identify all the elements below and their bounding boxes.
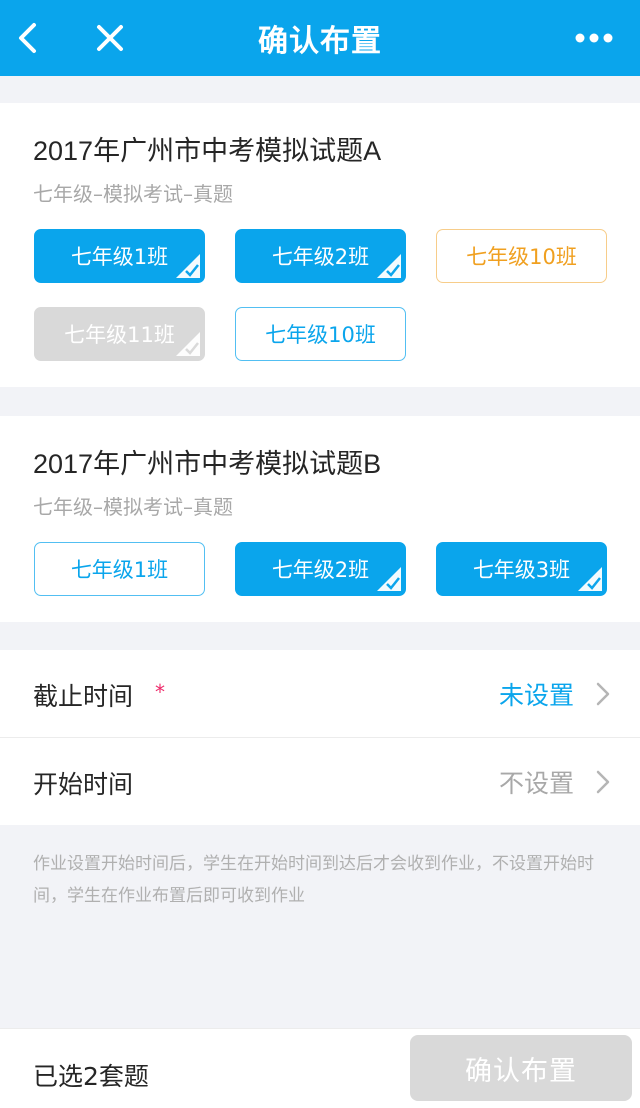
class-tag[interactable]: 七年级1班 — [34, 229, 205, 283]
class-tag-label: 七年级3班 — [472, 558, 571, 582]
close-icon — [97, 25, 123, 51]
start-time-label: 开始时间 — [33, 770, 134, 799]
class-tag-label: 七年级11班 — [64, 323, 175, 347]
checkmark-corner-icon — [176, 332, 200, 356]
start-time-value: 不设置 — [498, 769, 574, 798]
checkmark-corner-icon — [578, 567, 602, 591]
paper-title: 2017年广州市中考模拟试题A — [33, 136, 382, 166]
checkmark-corner-icon — [176, 254, 200, 278]
class-tag-label: 七年级10班 — [466, 245, 577, 269]
start-time-hint: 作业设置开始时间后，学生在开始时间到达后才会收到作业，不设置开始时间，学生在作业… — [33, 854, 594, 906]
class-tag-label: 七年级1班 — [70, 245, 169, 269]
class-tag-label: 七年级2班 — [271, 245, 370, 269]
class-tag-label: 七年级2班 — [271, 558, 370, 582]
class-tag[interactable]: 七年级10班 — [436, 229, 607, 283]
class-tag[interactable]: 七年级2班 — [235, 229, 406, 283]
chevron-right-icon — [596, 682, 610, 706]
checkmark-corner-icon — [377, 567, 401, 591]
class-tag: 七年级11班 — [34, 307, 205, 361]
bottom-bar: 已选2套题 确认布置 — [0, 1028, 640, 1108]
deadline-value: 未设置 — [498, 681, 574, 710]
more-button[interactable] — [570, 12, 618, 64]
confirm-button[interactable]: 确认布置 — [410, 1035, 632, 1101]
back-button[interactable] — [2, 12, 54, 64]
class-tag-label: 七年级1班 — [70, 558, 169, 582]
checkmark-corner-icon — [377, 254, 401, 278]
deadline-label: 截止时间 — [33, 682, 134, 711]
deadline-row[interactable]: 截止时间 * 未设置 — [0, 650, 640, 737]
paper-subtitle: 七年级–模拟考试–真题 — [33, 182, 233, 206]
close-button[interactable] — [84, 12, 136, 64]
class-tag[interactable]: 七年级1班 — [34, 542, 205, 596]
more-horizontal-icon — [575, 33, 613, 43]
start-time-row[interactable]: 开始时间 不设置 — [0, 738, 640, 825]
class-tag[interactable]: 七年级10班 — [235, 307, 406, 361]
chevron-right-icon — [596, 770, 610, 794]
top-navigation-bar: 确认布置 — [0, 0, 640, 76]
chevron-left-icon — [19, 23, 36, 53]
class-tag[interactable]: 七年级2班 — [235, 542, 406, 596]
paper-title: 2017年广州市中考模拟试题B — [33, 449, 382, 479]
paper-card-b: 2017年广州市中考模拟试题B 七年级–模拟考试–真题 七年级1班 七年级2班 … — [0, 416, 640, 622]
paper-subtitle: 七年级–模拟考试–真题 — [33, 495, 233, 519]
selected-count: 已选2套题 — [33, 1062, 149, 1091]
required-mark: * — [155, 680, 165, 704]
class-tag[interactable]: 七年级3班 — [436, 542, 607, 596]
paper-card-a: 2017年广州市中考模拟试题A 七年级–模拟考试–真题 七年级1班 七年级2班 … — [0, 103, 640, 387]
class-tag-label: 七年级10班 — [265, 323, 376, 347]
page-title: 确认布置 — [258, 24, 382, 59]
